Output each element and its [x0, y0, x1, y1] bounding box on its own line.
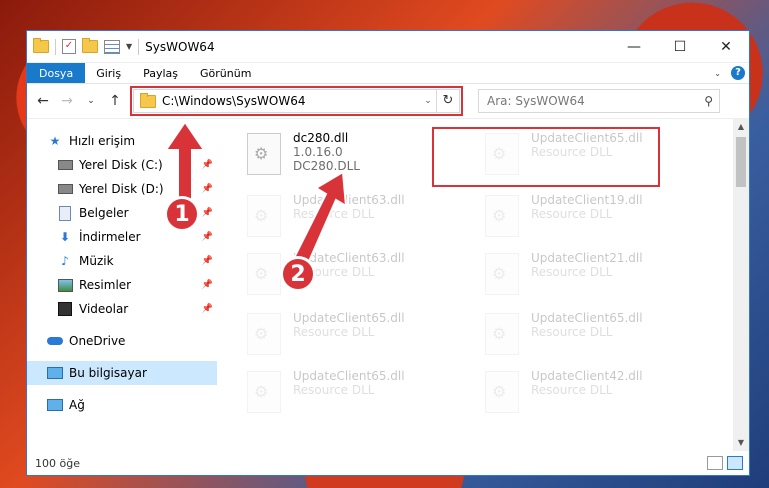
callout-badge: 1: [164, 196, 200, 232]
arrow-1: [164, 120, 206, 206]
arrow-2: [292, 170, 348, 268]
callout-badge: 2: [280, 256, 316, 292]
annotation-arrows: [164, 120, 348, 268]
